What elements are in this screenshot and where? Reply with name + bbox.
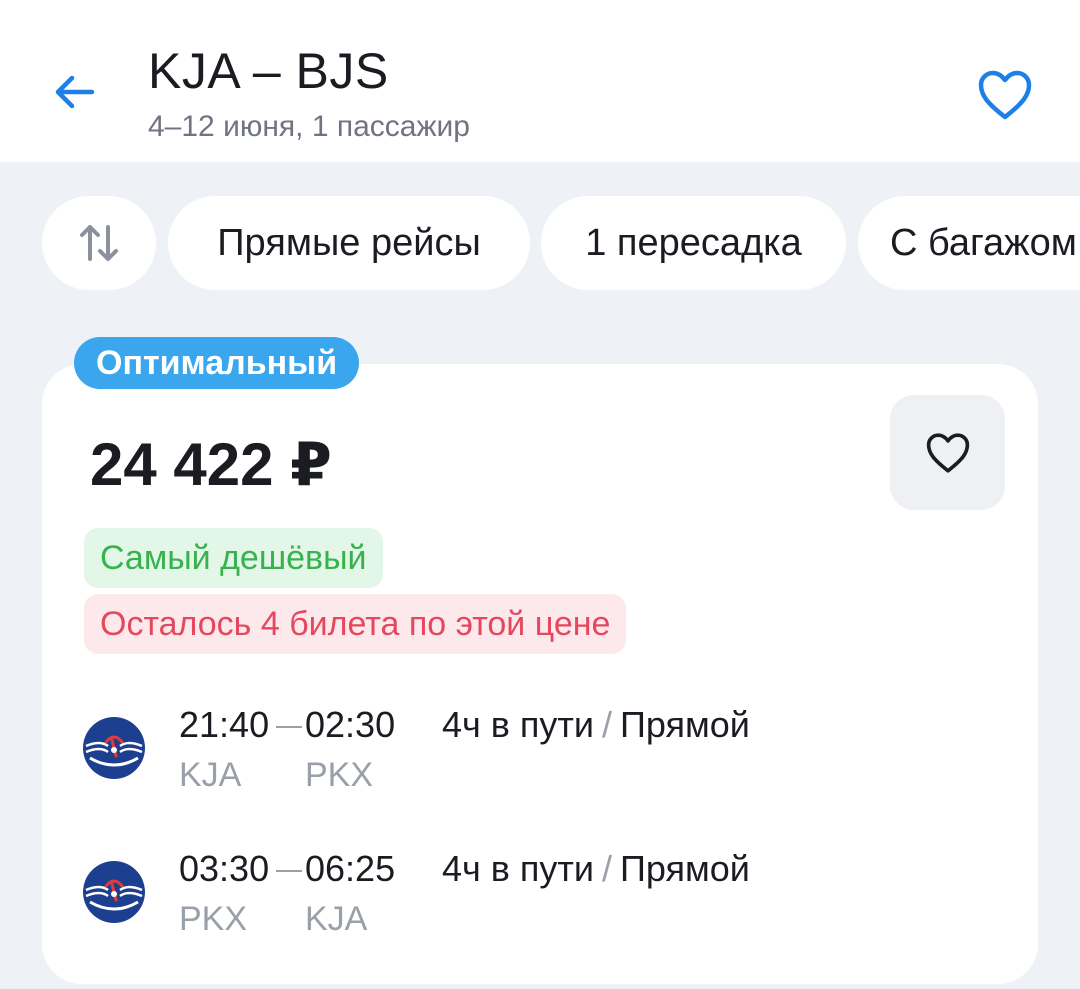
filter-chips-row: Прямые рейсы 1 пересадка С багажом xyxy=(0,196,1080,292)
filter-chip-direct[interactable]: Прямые рейсы xyxy=(168,196,530,290)
ticket-card[interactable]: 24 422 ₽ Самый дешёвый Осталось 4 билета… xyxy=(42,364,1038,984)
time-dash xyxy=(276,870,302,872)
tickets-left-tag: Осталось 4 билета по этой цене xyxy=(84,594,627,654)
trip-subtitle: 4–12 июня, 1 пассажир xyxy=(148,110,470,143)
filter-chip-one-transfer[interactable]: 1 пересадка xyxy=(541,196,846,290)
favorite-route-button[interactable] xyxy=(972,62,1038,128)
departure-airport: KJA xyxy=(179,756,242,794)
sort-button[interactable] xyxy=(42,196,156,290)
route-title: KJA – BJS xyxy=(148,43,389,99)
flight-duration: 4ч в пути / Прямой xyxy=(442,848,750,890)
duration-text: 4ч в пути xyxy=(442,848,594,889)
flight-duration: 4ч в пути / Прямой xyxy=(442,704,750,746)
flight-type: Прямой xyxy=(620,848,750,889)
favorite-ticket-button[interactable] xyxy=(890,395,1005,510)
separator: / xyxy=(602,848,613,889)
arrival-airport: PKX xyxy=(305,756,374,794)
heart-outline-icon xyxy=(926,432,969,473)
departure-time: 21:40 xyxy=(179,704,270,745)
time-dash xyxy=(276,726,302,728)
flight-segment: 03:30 06:25 PKX KJA 4ч в пути / Прямой xyxy=(82,848,982,958)
flight-segment: 21:40 02:30 KJA PKX 4ч в пути / Прямой xyxy=(82,704,982,814)
cheapest-tag: Самый дешёвый xyxy=(84,528,383,588)
aeroflot-logo xyxy=(83,717,145,779)
filter-chip-baggage[interactable]: С багажом xyxy=(858,196,1080,290)
aeroflot-logo xyxy=(83,861,145,923)
arrival-time: 02:30 xyxy=(305,704,396,745)
heart-outline-icon xyxy=(978,70,1032,120)
arrival-airport: KJA xyxy=(305,900,368,938)
flight-type: Прямой xyxy=(620,704,750,745)
duration-text: 4ч в пути xyxy=(442,704,594,745)
optimal-badge: Оптимальный xyxy=(74,337,360,389)
departure-airport: PKX xyxy=(179,900,248,938)
app-header: KJA – BJS 4–12 июня, 1 пассажир xyxy=(0,0,1080,162)
arrow-left-icon xyxy=(55,75,95,109)
ticket-price: 24 422 ₽ xyxy=(90,431,332,498)
departure-time: 03:30 xyxy=(179,848,270,889)
separator: / xyxy=(602,704,613,745)
back-button[interactable] xyxy=(44,62,104,122)
arrival-time: 06:25 xyxy=(305,848,396,889)
sort-arrows-icon xyxy=(80,225,118,261)
